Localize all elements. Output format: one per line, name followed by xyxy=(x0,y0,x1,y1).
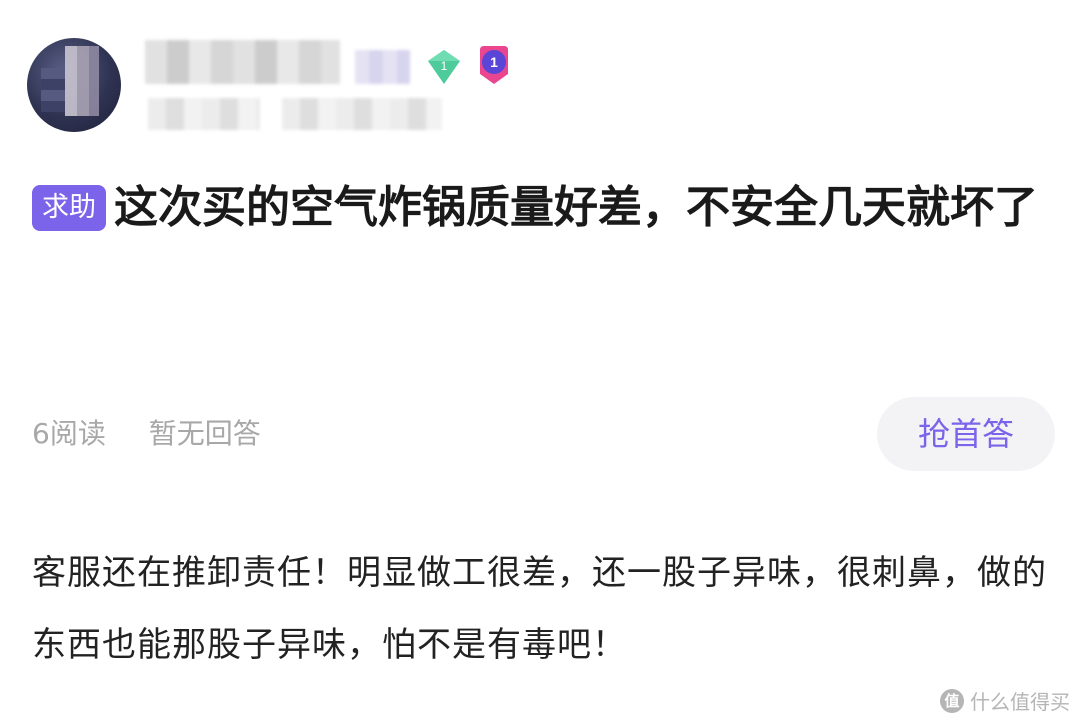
level-number: 1 xyxy=(441,59,448,73)
avatar-mosaic xyxy=(41,68,65,112)
avatar-mosaic xyxy=(65,46,99,116)
post-body: 客服还在推卸责任！明显做工很差，还一股子异味，很刺鼻，做的东西也能那股子异味，怕… xyxy=(32,553,1047,665)
first-answer-button[interactable]: 抢首答 xyxy=(877,397,1055,471)
diamond-level-icon: 1 xyxy=(428,50,460,84)
user-meta-blurred xyxy=(282,98,442,130)
watermark: 值 什么值得买 xyxy=(940,686,1070,715)
user-meta-blurred xyxy=(148,98,260,130)
medal-number: 1 xyxy=(490,54,498,70)
answer-status: 暂无回答 xyxy=(148,417,261,450)
watermark-logo-icon: 值 xyxy=(940,688,964,713)
medal-badge-icon: 1 xyxy=(480,46,508,84)
watermark-text: 什么值得买 xyxy=(970,690,1070,714)
post-title-block[interactable]: 求助 这次买的空气炸锅质量好差，不安全几天就坏了 xyxy=(32,168,1062,248)
username-blurred[interactable] xyxy=(145,40,340,84)
post-stats: 6阅读 暂无回答 xyxy=(32,412,295,452)
avatar[interactable] xyxy=(27,38,121,132)
read-count: 6阅读 xyxy=(32,417,106,450)
post-title: 这次买的空气炸锅质量好差，不安全几天就坏了 xyxy=(114,182,1038,233)
user-tag-blurred xyxy=(355,50,410,84)
help-tag: 求助 xyxy=(32,185,106,231)
